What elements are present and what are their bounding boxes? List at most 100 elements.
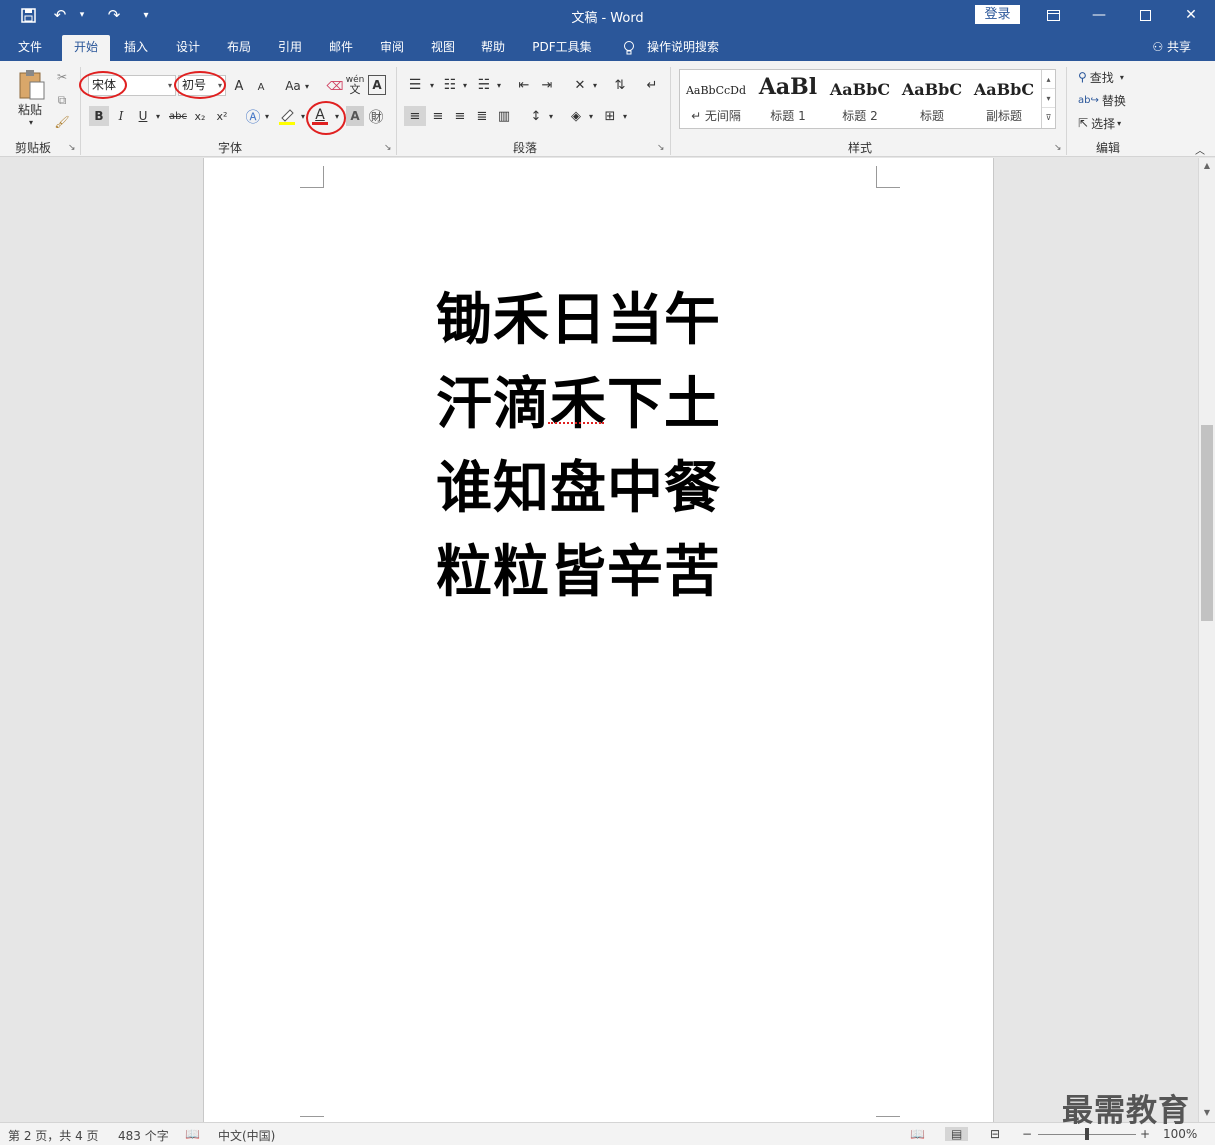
align-center-button[interactable]: ≡ bbox=[428, 106, 448, 126]
align-right-button[interactable]: ≡ bbox=[450, 106, 470, 126]
close-icon[interactable]: ✕ bbox=[1168, 0, 1214, 30]
chinese-layout-icon[interactable]: ✕ bbox=[570, 75, 590, 95]
tab-layout[interactable]: 布局 bbox=[217, 35, 261, 61]
share-button[interactable]: ⚇ 共享 bbox=[1152, 38, 1191, 55]
justify-button[interactable]: ≣ bbox=[472, 106, 492, 126]
borders-dropdown-icon[interactable]: ▾ bbox=[620, 106, 630, 126]
font-name-dropdown-icon[interactable]: ▾ bbox=[168, 76, 172, 95]
tab-insert[interactable]: 插入 bbox=[114, 35, 158, 61]
replace-button[interactable]: ab↪ 替换 bbox=[1078, 91, 1148, 109]
print-layout-icon[interactable]: ▤ bbox=[945, 1127, 969, 1141]
change-case-button[interactable]: Aa bbox=[282, 76, 304, 96]
decrease-indent-icon[interactable]: ⇤ bbox=[514, 75, 534, 95]
chinese-layout-dropdown-icon[interactable]: ▾ bbox=[590, 75, 600, 95]
text-effects-dropdown-icon[interactable]: ▾ bbox=[262, 106, 272, 126]
distributed-button[interactable]: ▥ bbox=[494, 106, 514, 126]
language-indicator[interactable]: 中文(中国) bbox=[218, 1127, 275, 1144]
character-border-icon[interactable]: A bbox=[368, 75, 386, 95]
style-no-spacing[interactable]: AaBbCcDd ↵ 无间隔 bbox=[680, 70, 752, 128]
lightbulb-icon[interactable] bbox=[618, 35, 640, 61]
increase-indent-icon[interactable]: ⇥ bbox=[537, 75, 557, 95]
scroll-down-icon[interactable]: ▼ bbox=[1199, 1105, 1215, 1121]
tab-pdf-tools[interactable]: PDF工具集 bbox=[527, 35, 597, 61]
styles-launcher-icon[interactable]: ↘ bbox=[1054, 143, 1062, 153]
style-subtitle[interactable]: AaBbC 副标题 bbox=[968, 70, 1040, 128]
numbering-dropdown-icon[interactable]: ▾ bbox=[460, 75, 470, 95]
ribbon-display-options-icon[interactable] bbox=[1030, 0, 1076, 30]
paste-button[interactable]: 粘贴 bbox=[10, 101, 50, 117]
scrollbar-thumb[interactable] bbox=[1201, 425, 1213, 621]
style-heading-2[interactable]: AaBbC 标题 2 bbox=[824, 70, 896, 128]
document-page[interactable]: 锄禾日当午 汗滴禾下土 谁知盘中餐 粒粒皆辛苦 bbox=[203, 158, 994, 1122]
undo-icon[interactable]: ↶ bbox=[50, 5, 70, 25]
shrink-font-icon[interactable]: A bbox=[254, 78, 268, 96]
grow-font-icon[interactable]: A bbox=[232, 76, 246, 96]
underline-button[interactable]: U bbox=[134, 106, 152, 126]
enclose-characters-icon[interactable]: ㊖ bbox=[366, 106, 386, 126]
clear-formatting-icon[interactable]: ⌫ bbox=[326, 76, 344, 96]
style-title[interactable]: AaBbC 标题 bbox=[896, 70, 968, 128]
maximize-icon[interactable] bbox=[1122, 0, 1168, 30]
show-marks-icon[interactable]: ↵ bbox=[642, 75, 662, 95]
tab-review[interactable]: 审阅 bbox=[370, 35, 414, 61]
tab-mailings[interactable]: 邮件 bbox=[319, 35, 363, 61]
strikethrough-button[interactable]: abc bbox=[167, 106, 189, 126]
paragraph-launcher-icon[interactable]: ↘ bbox=[657, 143, 665, 153]
bullets-icon[interactable]: ☰ bbox=[405, 75, 425, 95]
change-case-dropdown-icon[interactable]: ▾ bbox=[302, 76, 312, 96]
tab-design[interactable]: 设计 bbox=[166, 35, 210, 61]
login-button[interactable]: 登录 bbox=[975, 5, 1020, 24]
gallery-down-icon[interactable]: ▾ bbox=[1042, 89, 1055, 108]
superscript-button[interactable]: x² bbox=[213, 106, 231, 126]
proofing-icon[interactable]: 📖 bbox=[185, 1127, 200, 1141]
find-button[interactable]: ⚲ 查找 ▾ bbox=[1078, 68, 1148, 86]
vertical-scrollbar[interactable]: ▲ ▼ bbox=[1198, 158, 1215, 1122]
paste-icon[interactable] bbox=[14, 67, 48, 101]
text-effects-icon[interactable]: Ⓐ bbox=[244, 106, 262, 126]
character-shading-icon[interactable]: A bbox=[346, 106, 364, 126]
page-count[interactable]: 第 2 页，共 4 页 bbox=[8, 1127, 99, 1144]
tab-references[interactable]: 引用 bbox=[268, 35, 312, 61]
bold-button[interactable]: B bbox=[89, 106, 109, 126]
undo-dropdown-icon[interactable]: ▾ bbox=[72, 5, 92, 25]
read-mode-icon[interactable]: 📖 bbox=[910, 1127, 925, 1141]
subscript-button[interactable]: x₂ bbox=[191, 106, 209, 126]
multilevel-list-icon[interactable]: ☵ bbox=[474, 75, 494, 95]
minimize-icon[interactable]: — bbox=[1076, 0, 1122, 30]
numbering-icon[interactable]: ☷ bbox=[440, 75, 460, 95]
highlight-icon[interactable] bbox=[276, 105, 298, 127]
shading-dropdown-icon[interactable]: ▾ bbox=[586, 106, 596, 126]
word-count[interactable]: 483 个字 bbox=[118, 1127, 169, 1144]
paste-dropdown-icon[interactable]: ▾ bbox=[24, 117, 38, 127]
redo-icon[interactable]: ↷ bbox=[104, 5, 124, 25]
tab-home[interactable]: 开始 bbox=[62, 35, 110, 61]
multilevel-list-dropdown-icon[interactable]: ▾ bbox=[494, 75, 504, 95]
scroll-up-icon[interactable]: ▲ bbox=[1199, 158, 1215, 174]
bullets-dropdown-icon[interactable]: ▾ bbox=[427, 75, 437, 95]
tab-view[interactable]: 视图 bbox=[421, 35, 465, 61]
tell-me-search[interactable]: 操作说明搜索 bbox=[640, 35, 726, 61]
poem-body[interactable]: 锄禾日当午 汗滴禾下土 谁知盘中餐 粒粒皆辛苦 bbox=[436, 278, 766, 614]
copy-icon[interactable]: ⧉ bbox=[53, 91, 71, 109]
zoom-out-button[interactable]: − bbox=[1022, 1127, 1032, 1141]
select-button[interactable]: ⇱ 选择 ▾ bbox=[1078, 114, 1148, 132]
collapse-ribbon-icon[interactable]: ︿ bbox=[1192, 143, 1208, 157]
style-heading-1[interactable]: AaBl 标题 1 bbox=[752, 70, 824, 128]
sort-icon[interactable]: ⇅ bbox=[610, 75, 630, 95]
customize-qat-icon[interactable]: ▾ bbox=[136, 5, 156, 25]
gallery-up-icon[interactable]: ▴ bbox=[1042, 70, 1055, 89]
web-layout-icon[interactable]: ⊟ bbox=[990, 1127, 1000, 1141]
gallery-more-icon[interactable]: ⊽ bbox=[1042, 108, 1055, 127]
format-painter-icon[interactable]: 🖌 bbox=[53, 113, 71, 131]
phonetic-guide-icon[interactable]: wén 文 bbox=[346, 73, 365, 97]
italic-button[interactable]: I bbox=[112, 106, 130, 126]
shading-icon[interactable]: ◈ bbox=[566, 106, 586, 126]
save-icon[interactable] bbox=[18, 5, 38, 25]
font-launcher-icon[interactable]: ↘ bbox=[384, 143, 392, 153]
align-left-button[interactable]: ≡ bbox=[404, 106, 426, 126]
underline-dropdown-icon[interactable]: ▾ bbox=[153, 106, 163, 126]
tab-help[interactable]: 帮助 bbox=[471, 35, 515, 61]
line-spacing-icon[interactable]: ↕ bbox=[526, 106, 546, 126]
borders-icon[interactable]: ⊞ bbox=[600, 106, 620, 126]
line-spacing-dropdown-icon[interactable]: ▾ bbox=[546, 106, 556, 126]
